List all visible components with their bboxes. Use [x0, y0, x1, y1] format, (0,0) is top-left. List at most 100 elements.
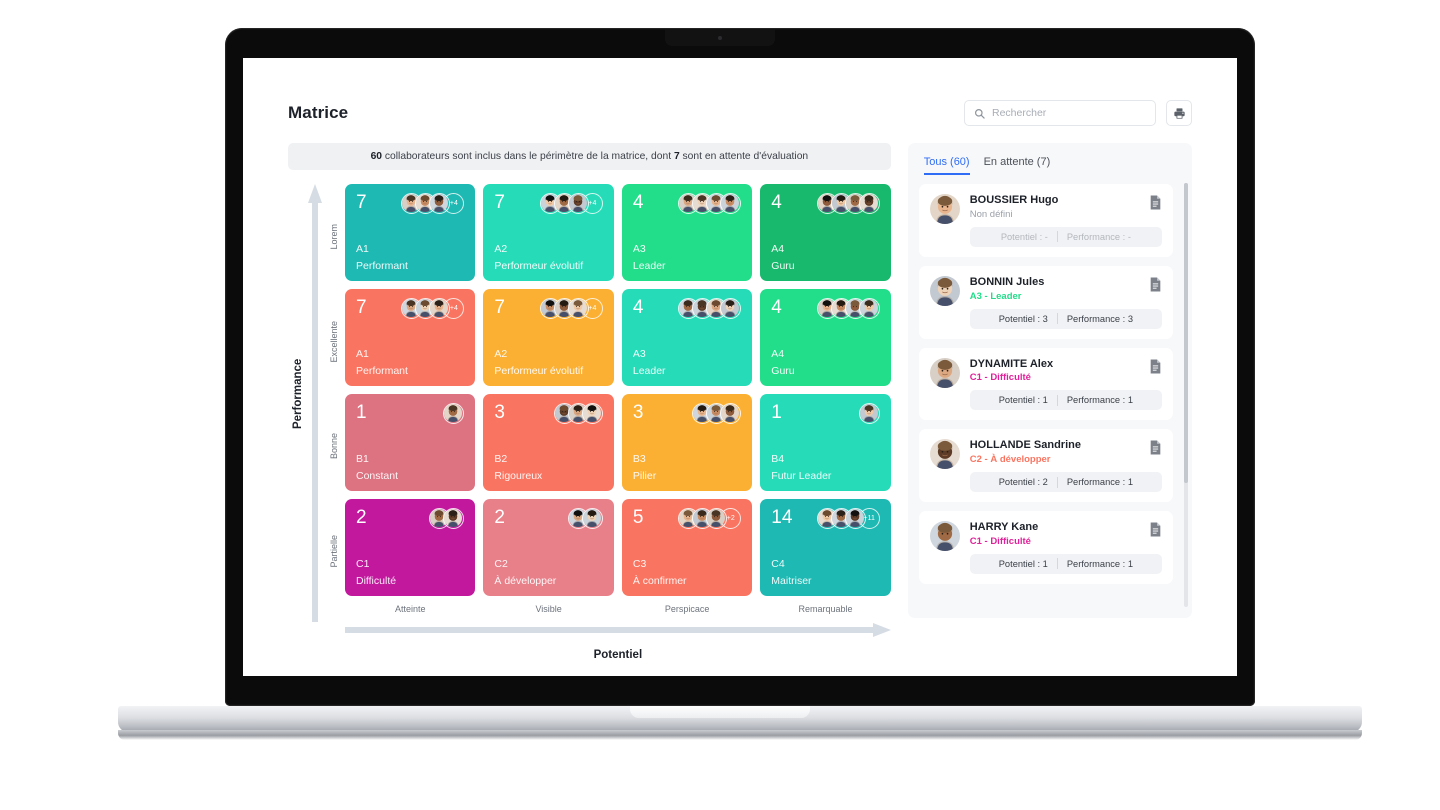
matrix-cell-code: A2	[494, 243, 508, 255]
performance-value: Performance : -	[1066, 231, 1131, 242]
matrix-cell-c2-r4[interactable]: 2 C2 À développer	[483, 499, 614, 596]
scrollbar-thumb[interactable]	[1184, 183, 1188, 483]
matrix-cell-count: 7	[356, 297, 367, 318]
matrix-cell-top: 2	[356, 508, 465, 529]
matrix-cell-c1-r4[interactable]: 2 C1 Difficulté	[345, 499, 476, 596]
matrix-cell-top: 3	[494, 402, 603, 424]
document-button[interactable]	[1149, 359, 1162, 379]
matrix-cell-a3-r2[interactable]: 4 A3 Leader	[621, 289, 753, 386]
collaborator-card[interactable]: BONNIN Jules A3 - Leader Potentiel : 3 Perf…	[918, 265, 1173, 339]
y-axis-tick-0: Lorem	[323, 184, 345, 289]
avatar-group[interactable]: +4	[539, 193, 603, 214]
collaborator-name: BOUSSIER Hugo	[969, 194, 1059, 206]
collaborator-card[interactable]: DYNAMITE Alex C1 - Difficulté Potentiel : …	[918, 347, 1173, 421]
avatar-group[interactable]: +2	[678, 508, 742, 529]
matrix-cell-a3-r1[interactable]: 4 A3 Leader	[621, 184, 753, 281]
matrix-cell-b4-r3[interactable]: 1 B4 Futur Leader	[760, 394, 891, 491]
x-axis-arrow	[345, 623, 891, 638]
collaborator-scores: Potentiel : 1 Performance : 1	[969, 390, 1162, 411]
performance-value: Performance : 3	[1066, 313, 1133, 324]
x-axis-tick-2: Perspicace	[664, 604, 710, 614]
matrix-panel: 60 collaborateurs sont inclus dans le pé…	[288, 143, 891, 661]
page-title: Matrice	[288, 103, 349, 122]
avatar	[720, 298, 742, 319]
avatar-group[interactable]: +4	[539, 298, 603, 319]
matrix-grid: 7 +4 A1 Performant 7 +4 A2 Performeur évolutif 4…	[345, 184, 891, 596]
tab-en-attente[interactable]: En attente (7)	[984, 156, 1051, 175]
document-button[interactable]	[1149, 277, 1162, 297]
avatar-group[interactable]	[678, 193, 742, 214]
matrix-cell-b2-r3[interactable]: 3 B2 Rigoureux	[483, 394, 614, 491]
matrix-cell-a4-r1[interactable]: 4 A4 Guru	[760, 184, 891, 281]
avatar	[929, 439, 960, 470]
matrix-cell-top: 7 +4	[494, 192, 603, 214]
matrix-cell-c4-r4[interactable]: 14 +11 C4 Maitriser	[760, 499, 891, 596]
avatar-group[interactable]	[429, 508, 465, 529]
matrix-cell-count: 3	[632, 402, 644, 423]
matrix-cell-a2-r2[interactable]: 7 +4 A2 Performeur évolutif	[483, 289, 614, 386]
collaborator-status: C1 - Difficulté	[969, 372, 1031, 384]
search-input[interactable]: Rechercher	[964, 100, 1156, 126]
laptop-foot	[118, 730, 1362, 740]
tab-tous[interactable]: Tous (60)	[923, 156, 970, 175]
collaborator-card[interactable]: HOLLANDE Sandrine C2 - À développer Potent…	[918, 429, 1173, 502]
avatar-group[interactable]	[443, 403, 465, 424]
matrix-cell-label: Guru	[771, 365, 795, 377]
avatar	[443, 508, 465, 529]
matrix-cell-c3-r4[interactable]: 5 +2 C3 À confirmer	[621, 499, 753, 596]
x-axis-tick-1: Visible	[535, 604, 562, 614]
printer-icon	[1173, 107, 1185, 119]
avatar-group[interactable]	[692, 403, 742, 424]
matrix-cell-top: 2	[494, 508, 603, 529]
matrix-cell-a1-r2[interactable]: 7 +4 A1 Performant	[345, 289, 476, 386]
matrix-cell-label: Performeur évolutif	[494, 260, 584, 272]
collaborator-status: Non défini	[969, 208, 1013, 220]
collaborator-name: HOLLANDE Sandrine	[969, 439, 1081, 452]
document-button[interactable]	[1149, 195, 1162, 215]
avatar	[567, 193, 589, 214]
matrix-cell-label: Leader	[632, 260, 666, 272]
document-button[interactable]	[1149, 522, 1162, 542]
document-icon	[1150, 440, 1161, 455]
search-placeholder: Rechercher	[992, 107, 1047, 119]
matrix-cell-count: 7	[494, 192, 505, 213]
matrix-cell-b3-r3[interactable]: 3 B3 Pilier	[621, 394, 753, 491]
avatar-group[interactable]	[678, 298, 742, 319]
laptop-mockup: Matrice Rechercher 60 collaborateurs son…	[0, 0, 1440, 810]
avatar-group[interactable]	[816, 193, 880, 214]
matrix-cell-code: B4	[771, 453, 785, 465]
avatar	[581, 403, 603, 424]
avatar	[858, 298, 880, 319]
matrix-cell-label: Pilier	[632, 470, 657, 482]
print-button[interactable]	[1166, 100, 1192, 126]
matrice-app: Matrice Rechercher 60 collaborateurs son…	[243, 58, 1237, 676]
collaborators-list[interactable]: BOUSSIER Hugo Non défini Potentiel : - Perf…	[918, 184, 1181, 612]
matrix-cell-b1-r3[interactable]: 1 B1 Constant	[345, 394, 476, 491]
matrix-cell-code: C3	[632, 558, 647, 570]
header-actions: Rechercher	[964, 100, 1192, 126]
matrix-cell-a4-r2[interactable]: 4 A4 Guru	[760, 289, 891, 386]
list-scrollbar[interactable]	[1184, 183, 1188, 607]
avatar-group[interactable]: +4	[401, 193, 465, 214]
matrix-cell-count: 7	[494, 297, 505, 318]
avatar-group[interactable]	[858, 403, 880, 424]
avatar-group[interactable]	[567, 508, 603, 529]
avatar-group[interactable]: +4	[401, 298, 465, 319]
collaborator-card[interactable]: HARRY Kane C1 - Difficulté Potentiel : 1 Pe…	[918, 511, 1173, 584]
matrix-cell-count: 3	[494, 402, 505, 423]
avatar-group[interactable]	[816, 298, 880, 319]
avatar-group[interactable]: +11	[816, 508, 880, 529]
avatar	[858, 403, 880, 424]
matrix-cell-a1-r1[interactable]: 7 +4 A1 Performant	[345, 184, 476, 281]
collaborator-card[interactable]: BOUSSIER Hugo Non défini Potentiel : - Perf…	[918, 184, 1173, 257]
avatar-group[interactable]	[553, 403, 603, 424]
avatar	[929, 521, 960, 551]
matrix-cell-code: B2	[494, 453, 508, 465]
matrix-cell-top: 7 +4	[356, 192, 465, 214]
y-axis-tick-1: Excellente	[323, 289, 345, 394]
matrix-cell-count: 7	[356, 192, 367, 213]
document-button[interactable]	[1149, 440, 1162, 460]
matrix-cell-a2-r1[interactable]: 7 +4 A2 Performeur évolutif	[483, 184, 614, 281]
collaborator-body: HARRY Kane C1 - Difficulté Potentiel : 1 Pe…	[969, 521, 1162, 574]
y-axis-tick-3: Partielle	[323, 499, 345, 604]
